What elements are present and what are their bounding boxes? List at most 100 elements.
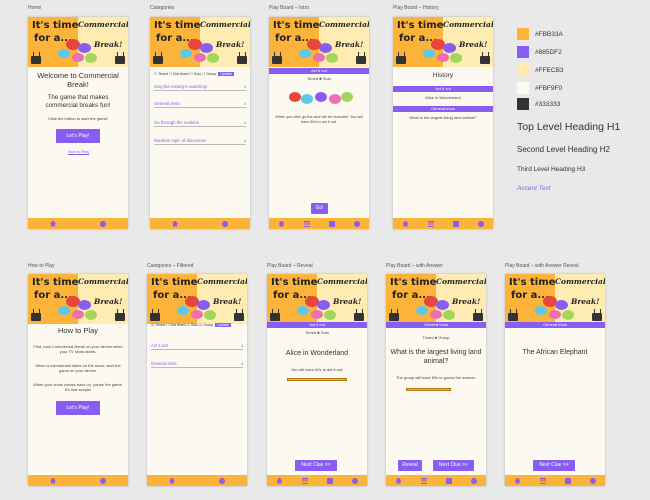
color-swatch bbox=[517, 28, 529, 40]
help-icon[interactable] bbox=[589, 477, 596, 484]
howto-step-1: First, load Commercial Break on your dev… bbox=[33, 344, 123, 354]
banner-word2: Break! bbox=[459, 40, 488, 49]
filter-options[interactable]: ☑ Timed ☐ Not timed ☑ Solo ☑ Group Update bbox=[151, 323, 231, 327]
home-icon[interactable] bbox=[172, 220, 178, 227]
tv-icon bbox=[480, 56, 490, 64]
tab-bar bbox=[28, 218, 128, 229]
tab-bar bbox=[28, 475, 128, 486]
banner-word2: Break! bbox=[94, 40, 123, 49]
banner-word1: Commercial bbox=[436, 277, 486, 286]
category-item[interactable]: General trivia 4 bbox=[151, 360, 243, 368]
lets-play-button[interactable]: Let's Play! bbox=[56, 129, 100, 143]
tv-icon bbox=[354, 313, 364, 321]
history-title: History bbox=[432, 72, 454, 79]
screen-with-answer: It's time for a... Commercial Break! Genera… bbox=[386, 274, 486, 486]
banner: It's time for a... Commercial Break! bbox=[28, 17, 128, 67]
tv-icon bbox=[115, 313, 125, 321]
banner-word1: Commercial bbox=[200, 20, 250, 29]
next-clue-button[interactable]: Next Clue >> bbox=[533, 460, 575, 471]
clue-text: What is the largest living land animal? bbox=[390, 349, 482, 365]
timer-progress-bar bbox=[287, 378, 347, 381]
tv-icon bbox=[31, 313, 41, 321]
banner: It's time for a... Commercial Break! bbox=[505, 274, 605, 324]
history-icon[interactable] bbox=[452, 220, 459, 227]
help-icon[interactable] bbox=[100, 477, 106, 484]
welcome-subtitle: The game that makes commercial breaks fu… bbox=[45, 94, 111, 109]
list-icon[interactable] bbox=[301, 477, 308, 484]
help-icon[interactable] bbox=[351, 477, 358, 484]
history-category-1: Act it out bbox=[393, 86, 493, 92]
help-icon[interactable] bbox=[477, 220, 484, 227]
category-bar: General trivia bbox=[505, 322, 605, 328]
frame-label-history: Play Board – History bbox=[393, 5, 439, 11]
help-icon[interactable] bbox=[470, 477, 477, 484]
next-clue-button[interactable]: Next Clue >> bbox=[295, 460, 337, 471]
style-heading-h3: Third Level Heading H3 bbox=[517, 166, 586, 173]
screen-reveal: It's time for a... Commercial Break! Act it… bbox=[267, 274, 367, 486]
frame-label-answer-reveal: Play Board – with Answer Reveal bbox=[505, 263, 579, 269]
style-heading-h2: Second Level Heading H2 bbox=[517, 145, 610, 154]
timer-instruction: The group will have 60s to guess the ans… bbox=[395, 375, 477, 380]
category-item[interactable]: Random topic of discussion 4 bbox=[154, 137, 246, 145]
screen-categories-filtered: It's time for a... Commercial Break! ☑ Time… bbox=[147, 274, 247, 486]
frame-label-home: Home bbox=[28, 5, 42, 11]
tv-icon bbox=[272, 56, 282, 64]
list-icon[interactable] bbox=[539, 477, 546, 484]
tv-icon bbox=[508, 313, 518, 321]
home-icon[interactable] bbox=[514, 477, 521, 484]
frame-label-howto: How to Play bbox=[28, 263, 55, 269]
category-item[interactable]: Act it out 4 bbox=[151, 342, 243, 350]
home-icon[interactable] bbox=[50, 220, 56, 227]
home-icon[interactable] bbox=[50, 477, 56, 484]
banner-line1: It's time bbox=[32, 20, 79, 31]
banner-line1: It's time bbox=[390, 277, 437, 288]
list-icon[interactable] bbox=[427, 220, 434, 227]
timer-instruction: You will have 60s to act it out. bbox=[290, 367, 344, 372]
color-swatch-label: #885DF2 bbox=[535, 49, 562, 56]
screen-answer-reveal: It's time for a... Commercial Break! Genera… bbox=[505, 274, 605, 486]
clue-meta: Timed ♣ Group bbox=[422, 335, 450, 340]
help-icon[interactable] bbox=[219, 477, 225, 484]
screen-how-to-play: It's time for a... Commercial Break! How to… bbox=[28, 274, 128, 486]
category-item[interactable]: Sing the melody's watching! 4 bbox=[154, 83, 246, 91]
banner-word1: Commercial bbox=[319, 20, 369, 29]
home-icon[interactable] bbox=[276, 477, 283, 484]
history-icon[interactable] bbox=[326, 477, 333, 484]
category-bar: General trivia bbox=[386, 322, 486, 328]
list-icon[interactable] bbox=[420, 477, 427, 484]
help-icon[interactable] bbox=[100, 220, 106, 227]
screen-categories: It's time for a... Commercial Break! ☐ Time… bbox=[150, 17, 250, 229]
category-item[interactable]: General trivia 4 bbox=[154, 100, 246, 108]
list-icon[interactable] bbox=[303, 220, 310, 227]
filter-update-button[interactable]: Update bbox=[215, 323, 231, 327]
history-icon[interactable] bbox=[564, 477, 571, 484]
help-icon[interactable] bbox=[353, 220, 360, 227]
banner-word1: Commercial bbox=[78, 20, 128, 29]
how-to-play-link[interactable]: How to Play bbox=[68, 149, 89, 154]
home-icon[interactable] bbox=[402, 220, 409, 227]
home-icon[interactable] bbox=[169, 477, 175, 484]
help-icon[interactable] bbox=[222, 220, 228, 227]
style-heading-h1: Top Level Heading H1 bbox=[517, 121, 621, 133]
banner-line1: It's time bbox=[273, 20, 320, 31]
history-icon[interactable] bbox=[328, 220, 335, 227]
tv-icon bbox=[31, 56, 41, 64]
next-clue-button[interactable]: Next Clue >> bbox=[433, 460, 474, 471]
history-icon[interactable] bbox=[445, 477, 452, 484]
tab-bar bbox=[386, 475, 486, 486]
banner: It's time for a... Commercial Break! bbox=[393, 17, 493, 67]
clue-text: Alice in Wonderland bbox=[285, 350, 349, 357]
lets-play-button[interactable]: Let's Play! bbox=[56, 401, 100, 415]
home-icon[interactable] bbox=[395, 477, 402, 484]
category-item[interactable]: Go through the motions 4 bbox=[154, 119, 246, 127]
banner-word2: Break! bbox=[213, 297, 242, 306]
frame-label-intro: Play Board – Intro bbox=[269, 5, 310, 11]
frame-label-categories: Categories bbox=[150, 5, 175, 11]
clue-meta: Timed ♣ Solo bbox=[307, 76, 331, 81]
filter-update-button[interactable]: Update bbox=[218, 72, 234, 76]
banner-word2: Break! bbox=[216, 40, 245, 49]
reveal-button[interactable]: Reveal bbox=[398, 460, 422, 471]
home-icon[interactable] bbox=[278, 220, 285, 227]
go-button[interactable]: Go! bbox=[311, 203, 328, 214]
filter-options[interactable]: ☐ Timed ☐ Not timed ☐ Solo ☐ Group Update bbox=[154, 72, 234, 76]
